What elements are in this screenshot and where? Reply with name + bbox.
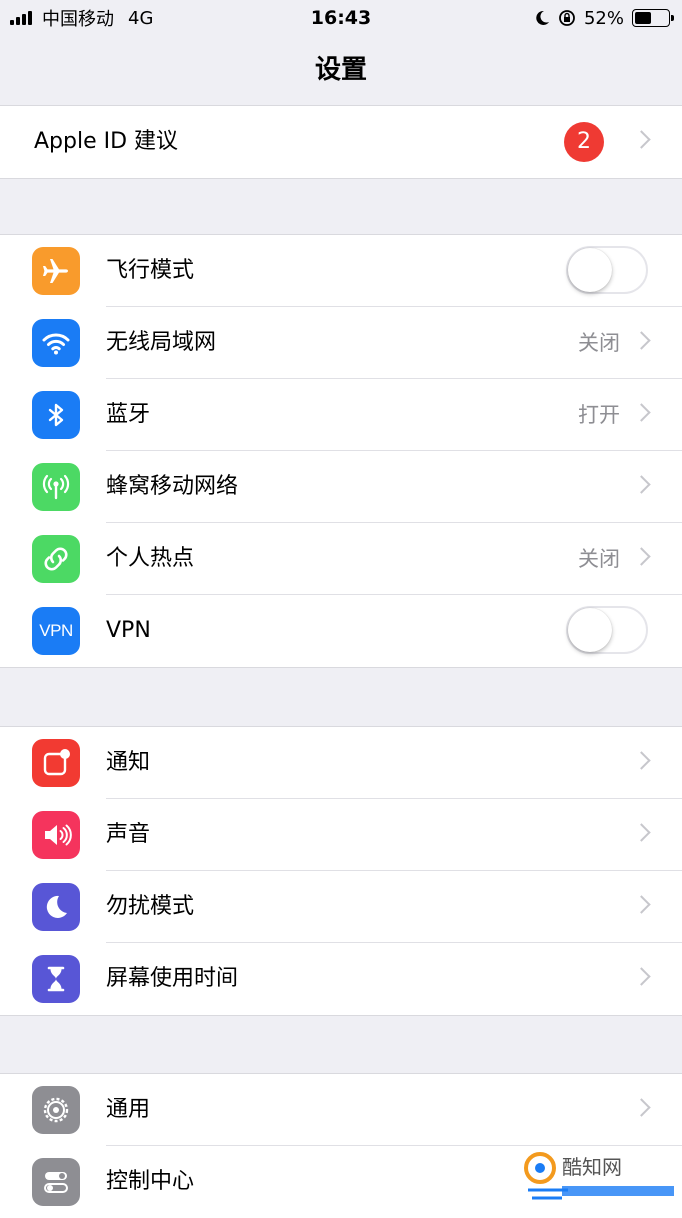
moon-status-icon	[536, 10, 549, 25]
row-label: 勿扰模式	[106, 894, 195, 919]
status-bar: 中国移动 4G 16:43 52%	[0, 0, 682, 36]
row-general[interactable]: 通用	[0, 1074, 682, 1146]
row-label: 通知	[106, 750, 151, 775]
wifi-icon	[32, 319, 80, 367]
alerts-group: 通知 声音 勿扰模式 屏幕使用时间	[0, 726, 682, 1016]
row-label: 声音	[106, 822, 151, 847]
row-label: 蜂窝移动网络	[106, 474, 239, 499]
apple-id-label: Apple ID 建议	[34, 129, 179, 154]
row-label: 通用	[106, 1097, 151, 1122]
row-label: 控制中心	[106, 1169, 195, 1194]
apple-id-suggestions-row[interactable]: Apple ID 建议 2	[0, 106, 682, 178]
vpn-icon: VPN	[32, 607, 80, 655]
rotation-lock-icon	[559, 10, 575, 26]
battery-icon	[632, 9, 674, 27]
row-sounds[interactable]: 声音	[0, 799, 682, 871]
airplane-mode-toggle[interactable]	[566, 246, 648, 294]
chevron-right-icon	[632, 331, 651, 350]
moon-icon	[32, 883, 80, 931]
row-notifications[interactable]: 通知	[0, 727, 682, 799]
chevron-right-icon	[632, 823, 651, 842]
speaker-icon	[32, 811, 80, 859]
watermark-text: 酷知网	[562, 1155, 622, 1179]
chevron-right-icon	[632, 967, 651, 986]
gear-icon	[32, 1086, 80, 1134]
antenna-icon	[32, 463, 80, 511]
notification-badge: 2	[564, 122, 604, 162]
row-label: 飞行模式	[106, 258, 195, 283]
row-vpn[interactable]: VPN VPN	[0, 595, 682, 667]
row-label: 蓝牙	[106, 402, 151, 427]
bluetooth-status: 打开	[578, 403, 620, 427]
bluetooth-icon	[32, 391, 80, 439]
row-label: 无线局域网	[106, 330, 217, 355]
row-label: 个人热点	[106, 546, 195, 571]
notification-icon	[32, 739, 80, 787]
connectivity-group: 飞行模式 无线局域网 关闭 蓝牙 打开 蜂窝移动网络 个人热点 关闭 VPN V…	[0, 234, 682, 668]
vpn-toggle[interactable]	[566, 606, 648, 654]
chevron-right-icon	[632, 403, 651, 422]
chevron-right-icon	[632, 751, 651, 770]
row-wifi[interactable]: 无线局域网 关闭	[0, 307, 682, 379]
airplane-icon	[32, 247, 80, 295]
chevron-right-icon	[632, 130, 651, 149]
page-title: 设置	[314, 55, 367, 85]
chevron-right-icon	[632, 547, 651, 566]
watermark-logo: 酷知网	[518, 1138, 678, 1208]
row-screen-time[interactable]: 屏幕使用时间	[0, 943, 682, 1015]
row-cellular[interactable]: 蜂窝移动网络	[0, 451, 682, 523]
chevron-right-icon	[632, 895, 651, 914]
row-do-not-disturb[interactable]: 勿扰模式	[0, 871, 682, 943]
hotspot-status: 关闭	[578, 547, 620, 571]
battery-percent: 52%	[583, 7, 624, 29]
row-label: VPN	[106, 618, 151, 643]
status-right: 52%	[534, 0, 674, 36]
hotspot-link-icon	[32, 535, 80, 583]
wifi-status: 关闭	[578, 331, 620, 355]
row-personal-hotspot[interactable]: 个人热点 关闭	[0, 523, 682, 595]
chevron-right-icon	[632, 1098, 651, 1117]
row-airplane-mode[interactable]: 飞行模式	[0, 235, 682, 307]
row-bluetooth[interactable]: 蓝牙 打开	[0, 379, 682, 451]
hourglass-icon	[32, 955, 80, 1003]
chevron-right-icon	[632, 475, 651, 494]
apple-id-group: Apple ID 建议 2	[0, 105, 682, 179]
switches-icon	[32, 1158, 80, 1206]
row-label: 屏幕使用时间	[106, 966, 239, 991]
